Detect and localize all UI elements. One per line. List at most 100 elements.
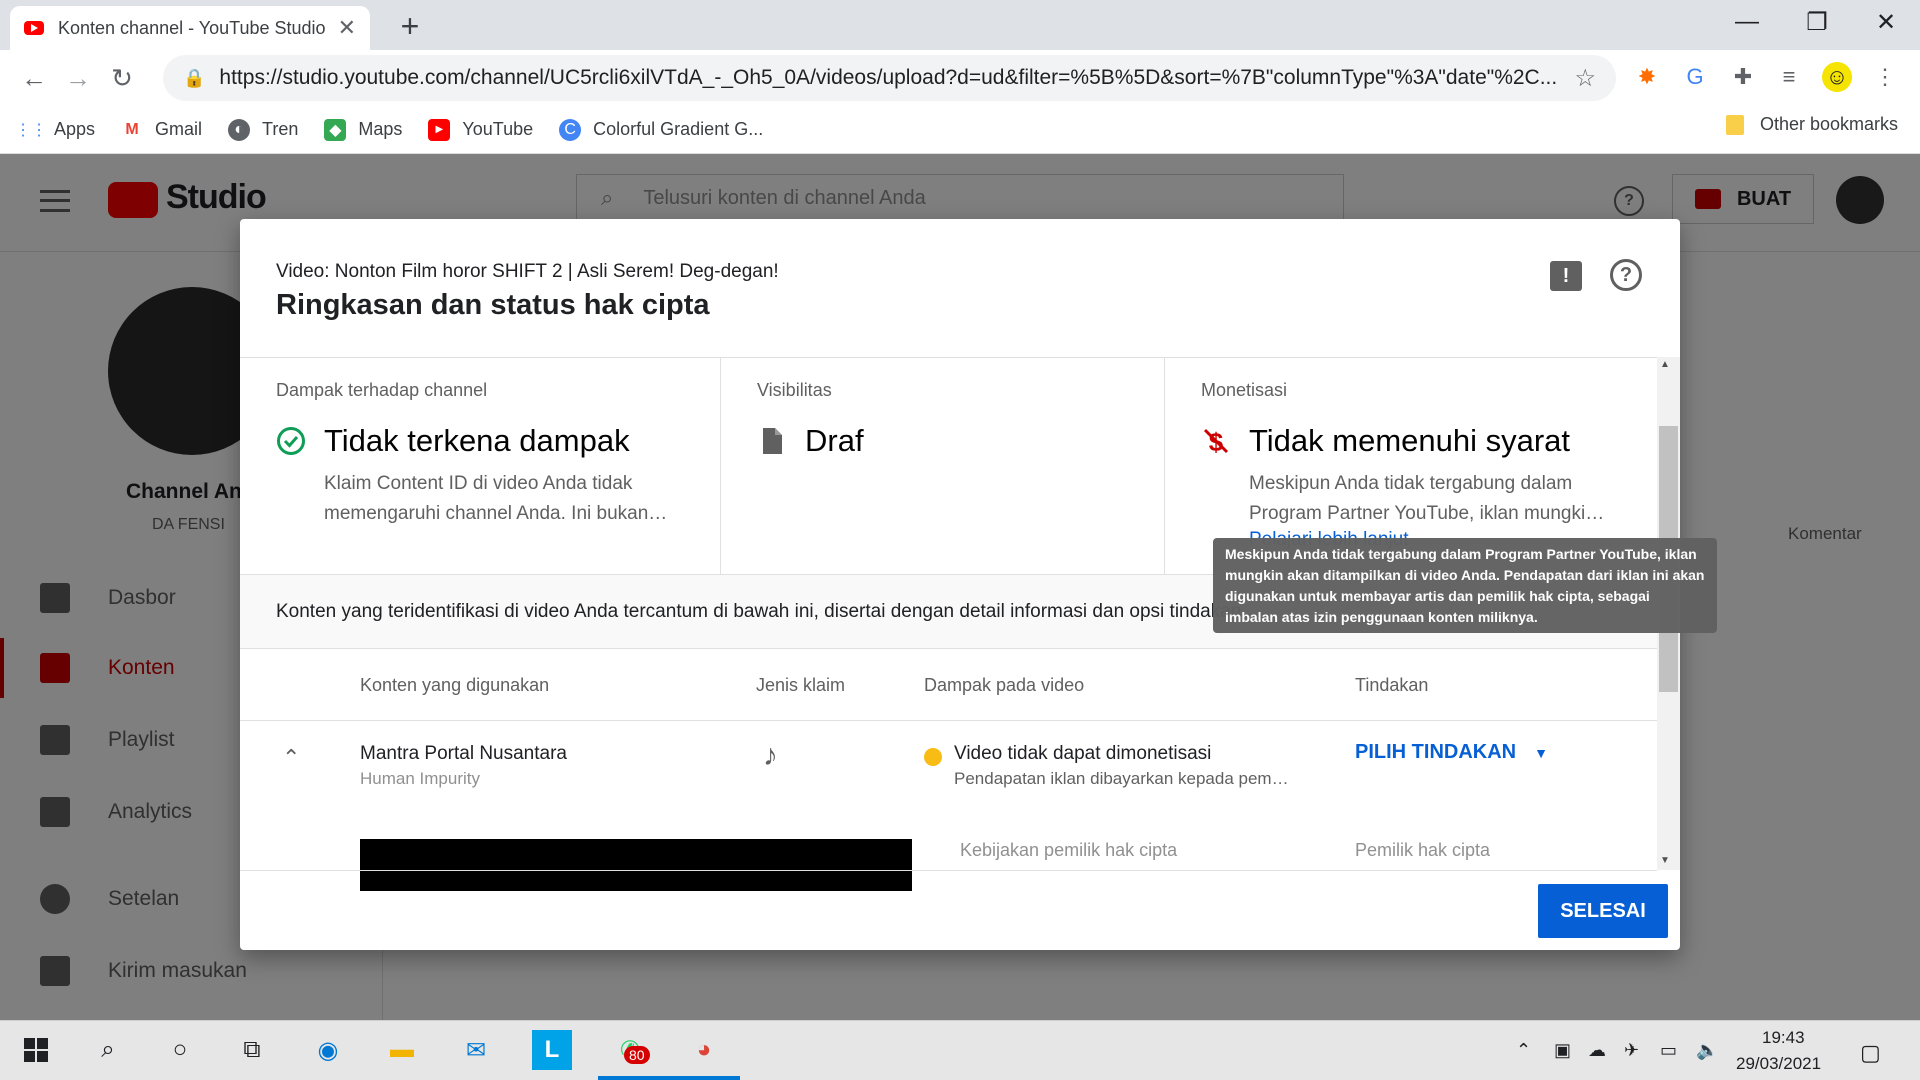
file-explorer-icon[interactable]: ▬: [382, 1030, 422, 1070]
card-value: Draf: [805, 423, 864, 458]
globe-icon: ◐: [228, 118, 251, 141]
windows-start-icon[interactable]: [16, 1030, 56, 1070]
folder-icon: [1726, 114, 1744, 135]
gmail-icon: M: [125, 120, 139, 138]
extension-orange-icon[interactable]: ✸: [1632, 62, 1662, 92]
tray-chevron-icon[interactable]: ⌃: [1516, 1040, 1531, 1061]
feedback-icon[interactable]: !: [1550, 261, 1582, 291]
app-l-icon[interactable]: L: [532, 1030, 572, 1070]
owner-label: Pemilik hak cipta: [1355, 840, 1491, 860]
card-description: Meskipun Anda tidak tergabung dalam Prog…: [1249, 473, 1605, 524]
music-note-icon: ♪: [763, 739, 778, 772]
media-control-icon[interactable]: ≡: [1774, 62, 1804, 92]
status-dot-icon: [924, 748, 942, 766]
table-header: Konten yang digunakan Jenis klaim Dampak…: [240, 649, 1657, 721]
forward-arrow-icon[interactable]: →: [60, 63, 96, 94]
mail-icon[interactable]: ✉: [456, 1030, 496, 1070]
bookmark-youtube[interactable]: ▶ YouTube: [428, 118, 534, 141]
card-value: Tidak terkena dampak: [324, 423, 630, 458]
column-header-impact: Dampak pada video: [924, 675, 1085, 695]
card-label: Visibilitas: [757, 380, 832, 400]
address-bar[interactable]: 🔒 https://studio.youtube.com/channel/UC5…: [163, 55, 1616, 101]
select-action-label: PILIH TINDAKAN: [1355, 741, 1517, 763]
notifications-icon[interactable]: ▢: [1860, 1040, 1881, 1066]
minimize-button[interactable]: —: [1727, 8, 1767, 36]
footer-divider: [240, 870, 1657, 871]
menu-kebab-icon[interactable]: ⋮: [1870, 62, 1900, 92]
content-artist: Human Impurity: [360, 769, 480, 788]
video-label: Video: Nonton Film horor SHIFT 2 | Asli …: [276, 261, 779, 282]
select-action-button[interactable]: PILIH TINDAKAN ▼: [1355, 741, 1548, 764]
bookmark-tren[interactable]: ◐ Tren: [228, 118, 299, 141]
apps-grid-icon: ⋮⋮: [15, 121, 47, 139]
youtube-icon: ▶: [428, 118, 451, 141]
card-channel-impact: Dampak terhadap channel Tidak terkena da…: [240, 358, 721, 574]
colorful-c-icon: C: [559, 118, 582, 141]
check-circle-icon: [277, 427, 305, 455]
edge-browser-icon[interactable]: ◉: [308, 1030, 348, 1070]
table-row: ⌃ Mantra Portal Nusantara Human Impurity…: [240, 721, 1657, 891]
bookmark-label: Maps: [358, 119, 403, 139]
impact-subtitle: Pendapatan iklan dibayarkan kepada pem…: [954, 769, 1289, 788]
chevron-up-icon[interactable]: ⌃: [282, 745, 300, 771]
bookmark-label: YouTube: [462, 119, 534, 139]
card-description: Klaim Content ID di video Anda tidak mem…: [324, 473, 668, 524]
new-tab-button[interactable]: +: [392, 8, 428, 45]
maximize-button[interactable]: ❐: [1797, 8, 1837, 37]
translate-icon[interactable]: G: [1680, 62, 1710, 92]
done-button[interactable]: SELESAI: [1538, 884, 1668, 938]
bookmark-label: Gmail: [155, 119, 203, 139]
youtube-favicon-icon: [24, 21, 44, 35]
monetization-tooltip: Meskipun Anda tidak tergabung dalam Prog…: [1213, 538, 1717, 633]
card-label: Dampak terhadap channel: [276, 380, 488, 400]
onedrive-cloud-icon[interactable]: ☁: [1588, 1040, 1606, 1061]
network-icon[interactable]: ✈: [1624, 1040, 1639, 1061]
close-window-button[interactable]: ✕: [1866, 8, 1906, 37]
other-bookmarks[interactable]: Other bookmarks: [1726, 114, 1898, 135]
cortana-circle-icon[interactable]: ○: [160, 1030, 200, 1070]
card-value: Tidak memenuhi syarat: [1249, 423, 1571, 458]
impact-title: Video tidak dapat dimonetisasi: [954, 743, 1212, 764]
profile-avatar-icon[interactable]: ☺: [1822, 62, 1852, 92]
volume-icon[interactable]: 🔈: [1696, 1040, 1718, 1061]
back-arrow-icon[interactable]: ←: [16, 63, 52, 94]
no-money-icon: $: [1203, 427, 1229, 456]
bookmark-label: Tren: [262, 119, 299, 139]
browser-tab[interactable]: Konten channel - YouTube Studio ✕: [10, 6, 370, 50]
clock-time[interactable]: 19:43: [1762, 1028, 1805, 1048]
whatsapp-badge: 80: [624, 1046, 650, 1064]
task-view-icon[interactable]: ⧉: [232, 1030, 272, 1070]
active-app-indicator: [598, 1076, 740, 1080]
search-icon[interactable]: ⌕: [88, 1030, 128, 1070]
bookmark-star-icon[interactable]: ☆: [1574, 64, 1596, 93]
url-text[interactable]: https://studio.youtube.com/channel/UC5rc…: [219, 66, 1574, 90]
extensions-puzzle-icon[interactable]: ✚: [1728, 62, 1758, 92]
meet-now-icon[interactable]: ▣: [1554, 1040, 1571, 1061]
dialog-title: Ringkasan dan status hak cipta: [276, 289, 710, 321]
column-header-action: Tindakan: [1355, 675, 1429, 695]
lock-icon: 🔒: [183, 67, 206, 88]
column-header-claim-type: Jenis klaim: [756, 675, 846, 695]
bookmark-label: Apps: [54, 119, 96, 139]
scroll-up-arrow-icon[interactable]: ▲: [1660, 359, 1670, 370]
bookmark-colorful[interactable]: C Colorful Gradient G...: [559, 118, 763, 141]
card-visibility: Visibilitas Draf: [721, 358, 1165, 574]
reload-icon[interactable]: ↻: [104, 63, 140, 94]
close-tab-icon[interactable]: ✕: [338, 15, 356, 41]
column-header-content: Konten yang digunakan: [360, 675, 550, 695]
scroll-down-arrow-icon[interactable]: ▼: [1660, 855, 1670, 866]
card-label: Monetisasi: [1201, 380, 1288, 400]
policy-label: Kebijakan pemilik hak cipta: [960, 840, 1178, 860]
dropdown-caret-icon: ▼: [1534, 744, 1548, 761]
content-title: Mantra Portal Nusantara: [360, 743, 567, 764]
bookmark-maps[interactable]: ◆ Maps: [324, 118, 403, 141]
maps-icon: ◆: [324, 118, 347, 141]
battery-icon[interactable]: ▭: [1660, 1040, 1677, 1061]
bookmark-apps[interactable]: ⋮⋮ Apps: [15, 119, 96, 141]
help-icon[interactable]: ?: [1610, 259, 1642, 291]
chrome-browser-icon[interactable]: ◕: [684, 1030, 724, 1070]
clock-date[interactable]: 29/03/2021: [1736, 1054, 1821, 1074]
bookmark-gmail[interactable]: M Gmail: [121, 119, 202, 141]
other-bookmarks-label: Other bookmarks: [1760, 114, 1899, 134]
tab-title: Konten channel - YouTube Studio: [58, 17, 326, 38]
